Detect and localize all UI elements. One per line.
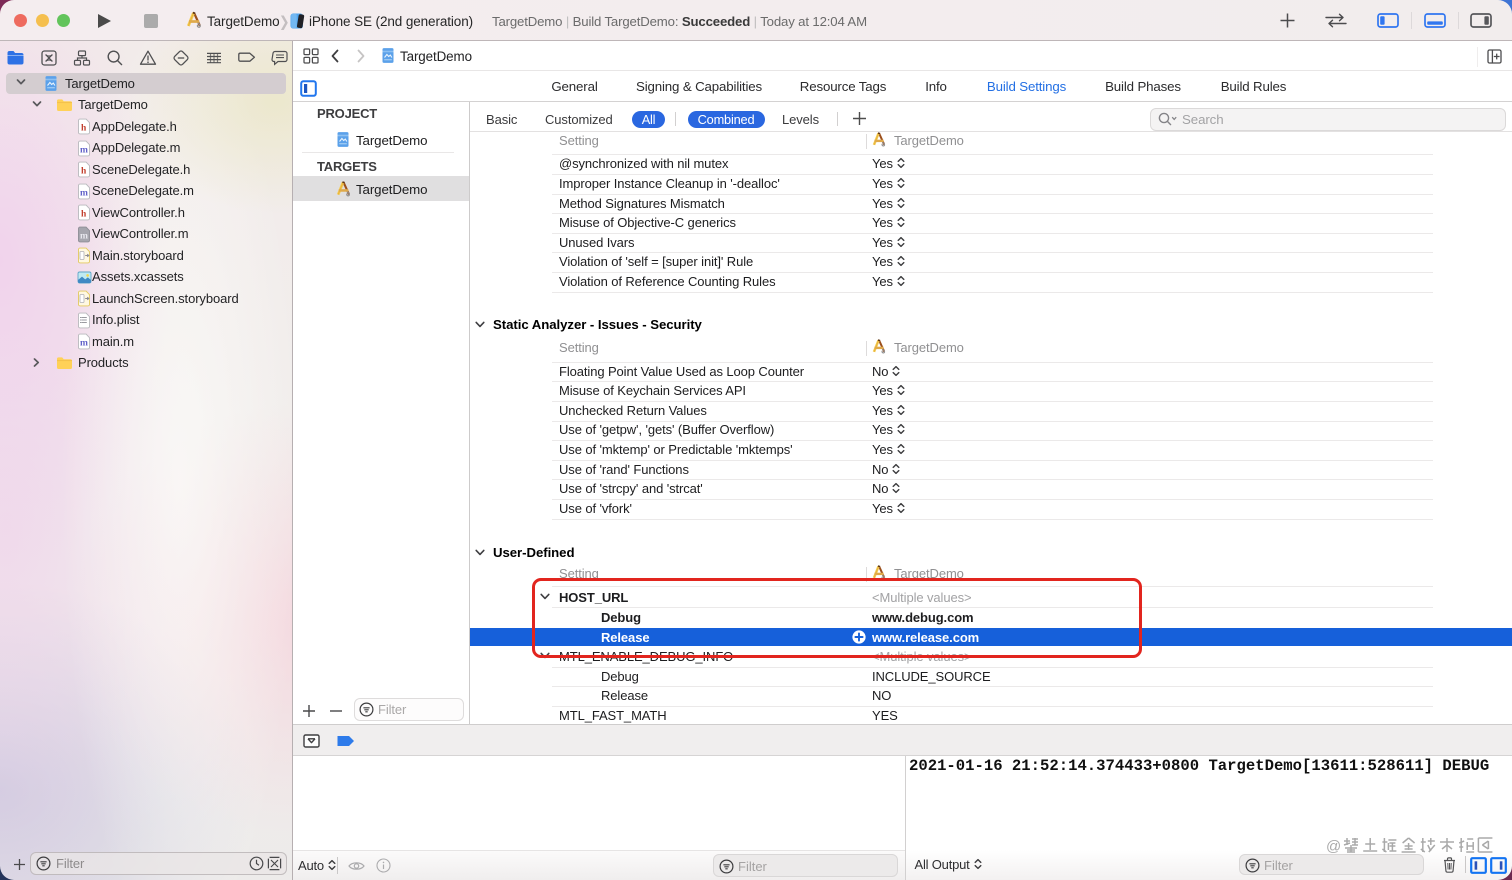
svg-text:m: m — [80, 339, 88, 349]
svg-text:m: m — [80, 231, 88, 241]
svg-text:h: h — [81, 167, 87, 177]
svg-text:h: h — [81, 124, 87, 134]
svg-text:@: @ — [1326, 838, 1341, 855]
svg-text:m: m — [80, 145, 88, 155]
svg-text:h: h — [81, 210, 87, 220]
svg-text:m: m — [80, 188, 88, 198]
